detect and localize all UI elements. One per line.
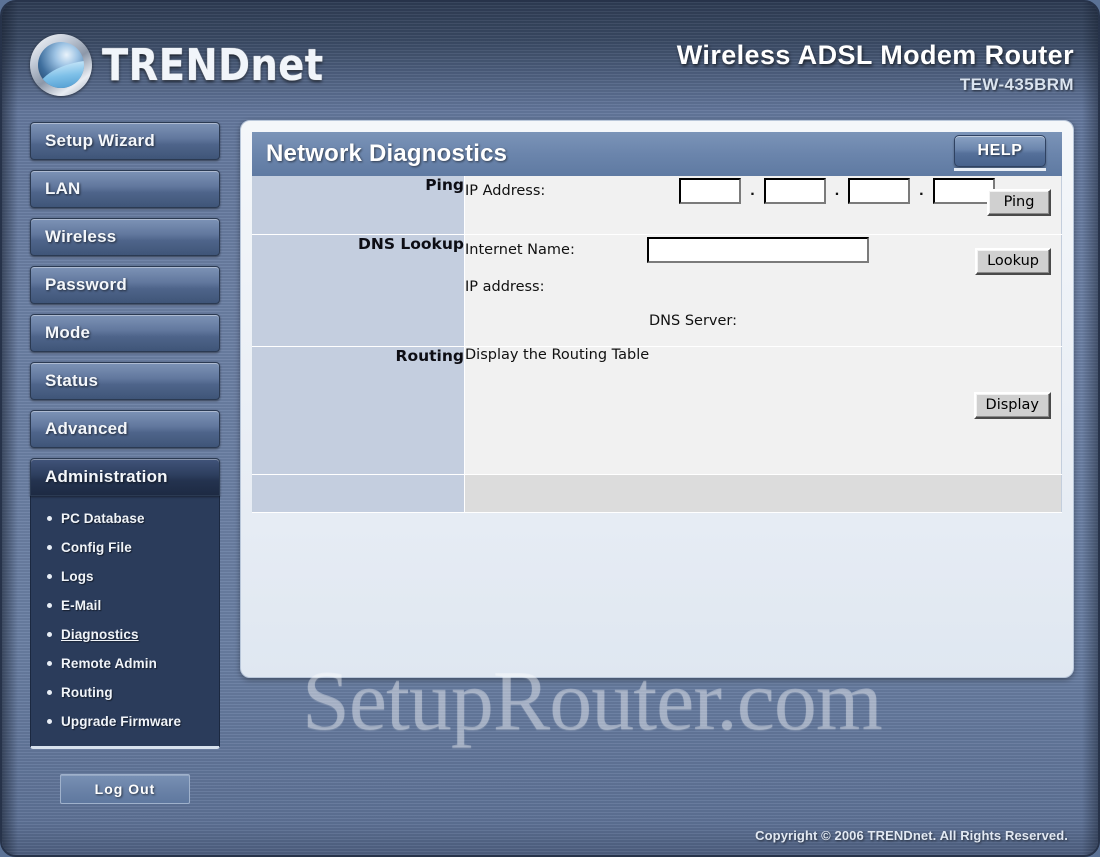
dns-ip-address-label: IP address: [465, 278, 545, 295]
logout-button[interactable]: Log Out [60, 774, 190, 804]
sidebar-item-wireless[interactable]: Wireless [30, 218, 220, 256]
submenu-item-logs[interactable]: Logs [31, 562, 219, 591]
dns-lookup-section-label: DNS Lookup [357, 234, 464, 253]
table-row-dns-lookup: DNS Lookup Internet Name: Lookup IP addr… [252, 234, 1062, 347]
product-title: Wireless ADSL Modem Router [676, 40, 1074, 70]
bullet-icon [47, 516, 52, 521]
sidebar-item-label: Setup Wizard [45, 131, 155, 150]
sidebar-item-label: Status [45, 371, 99, 390]
ping-field-row: IP Address: . . . Ping [465, 176, 1061, 216]
ping-octet-3-input[interactable] [848, 178, 911, 204]
submenu-item-upgrade-firmware[interactable]: Upgrade Firmware [31, 707, 219, 736]
sidebar-item-password[interactable]: Password [30, 266, 220, 304]
submenu-item-label: Logs [61, 569, 94, 584]
filler-value-cell [464, 474, 1062, 513]
administration-submenu: PC Database Config File Logs E-Mail Diag… [30, 496, 220, 749]
brand-logo: TRENDnet [30, 34, 331, 96]
submenu-item-diagnostics[interactable]: Diagnostics [31, 620, 219, 649]
sidebar-item-status[interactable]: Status [30, 362, 220, 400]
routing-description: Display the Routing Table [465, 346, 650, 363]
diagnostics-table: Ping IP Address: . . . Ping DNS Lookup I… [252, 176, 1062, 513]
sidebar-item-label: Wireless [45, 227, 117, 246]
panel-header: Network Diagnostics HELP [252, 132, 1062, 176]
sidebar-item-label: Advanced [45, 419, 128, 438]
table-row-routing: Routing Display the Routing Table Displa… [252, 346, 1062, 475]
sidebar-item-label: Administration [45, 467, 168, 486]
sidebar-navigation: Setup Wizard LAN Wireless Password Mode … [30, 122, 220, 804]
bullet-icon [47, 574, 52, 579]
submenu-item-label: E-Mail [61, 598, 102, 613]
submenu-item-label: Routing [61, 685, 113, 700]
sidebar-item-mode[interactable]: Mode [30, 314, 220, 352]
internet-name-label: Internet Name: [465, 241, 575, 258]
submenu-item-email[interactable]: E-Mail [31, 591, 219, 620]
table-row-ping: Ping IP Address: . . . Ping [252, 176, 1062, 235]
internet-name-input[interactable] [646, 236, 869, 263]
submenu-item-label: PC Database [61, 511, 145, 526]
table-row-filler [252, 474, 1062, 513]
product-model: TEW-435BRM [959, 75, 1074, 94]
sidebar-item-advanced[interactable]: Advanced [30, 410, 220, 448]
submenu-item-pc-database[interactable]: PC Database [31, 504, 219, 533]
submenu-item-remote-admin[interactable]: Remote Admin [31, 649, 219, 678]
sidebar-item-label: Password [45, 275, 127, 294]
sidebar-item-label: LAN [45, 179, 81, 198]
bullet-icon [47, 690, 52, 695]
router-admin-window: TRENDnet Wireless ADSL Modem Router TEW-… [0, 0, 1100, 857]
sidebar-item-label: Mode [45, 323, 91, 342]
octet-separator: . [919, 182, 924, 199]
sidebar-item-administration[interactable]: Administration [30, 458, 220, 496]
ping-button[interactable]: Ping [987, 189, 1051, 216]
trendnet-sphere-logo-icon [30, 34, 92, 96]
ping-octet-2-input[interactable] [763, 178, 826, 204]
filler-label-cell [252, 474, 465, 513]
submenu-item-routing[interactable]: Routing [31, 678, 219, 707]
bullet-icon [47, 719, 52, 724]
lookup-button[interactable]: Lookup [975, 247, 1051, 275]
routing-section-content: Display the Routing Table Display [464, 346, 1062, 475]
submenu-item-config-file[interactable]: Config File [31, 533, 219, 562]
dns-name-field-row: Internet Name: Lookup [465, 235, 1061, 275]
sidebar-item-setup-wizard[interactable]: Setup Wizard [30, 122, 220, 160]
sidebar-item-lan[interactable]: LAN [30, 170, 220, 208]
octet-separator: . [750, 182, 755, 199]
logout-area: Log Out [30, 774, 220, 804]
dns-server-label: DNS Server: [649, 312, 738, 329]
submenu-item-label: Config File [61, 540, 132, 555]
ping-section-content: IP Address: . . . Ping [464, 176, 1062, 235]
ping-octet-1-input[interactable] [679, 178, 742, 204]
ping-ip-address-label: IP Address: [465, 183, 546, 199]
help-button[interactable]: HELP [954, 135, 1046, 167]
ping-section-label: Ping [425, 176, 464, 194]
bullet-icon [47, 545, 52, 550]
logout-button-label: Log Out [94, 781, 156, 797]
product-title-block: Wireless ADSL Modem Router TEW-435BRM [677, 40, 1074, 95]
submenu-item-label: Diagnostics [61, 627, 139, 642]
octet-separator: . [834, 182, 840, 199]
help-button-label: HELP [977, 142, 1023, 159]
help-button-underline [954, 168, 1046, 171]
routing-section-label: Routing [395, 346, 464, 365]
dns-server-row: DNS Server: [465, 313, 1061, 329]
bullet-icon [47, 632, 52, 637]
ping-octet-4-input[interactable] [932, 178, 995, 204]
dns-section-label-cell: DNS Lookup [252, 234, 465, 347]
page-title: Network Diagnostics [266, 140, 508, 167]
bullet-icon [47, 661, 52, 666]
page-header: TRENDnet Wireless ADSL Modem Router TEW-… [2, 2, 1098, 114]
ping-section-label-cell: Ping [252, 176, 465, 235]
dns-ip-address-row: IP address: [465, 279, 1061, 295]
main-content-panel: Network Diagnostics HELP Ping IP Address… [240, 120, 1074, 678]
brand-name: TRENDnet [102, 39, 324, 91]
footer: Copyright © 2006 TRENDnet. All Rights Re… [755, 827, 1068, 845]
bullet-icon [47, 603, 52, 608]
submenu-item-label: Upgrade Firmware [61, 714, 182, 729]
display-routing-table-button[interactable]: Display [973, 391, 1051, 419]
submenu-item-label: Remote Admin [61, 656, 157, 671]
dns-section-content: Internet Name: Lookup IP address: DNS Se… [464, 234, 1062, 347]
routing-section-label-cell: Routing [252, 346, 465, 475]
copyright-text: Copyright © 2006 TRENDnet. All Rights Re… [755, 828, 1068, 843]
